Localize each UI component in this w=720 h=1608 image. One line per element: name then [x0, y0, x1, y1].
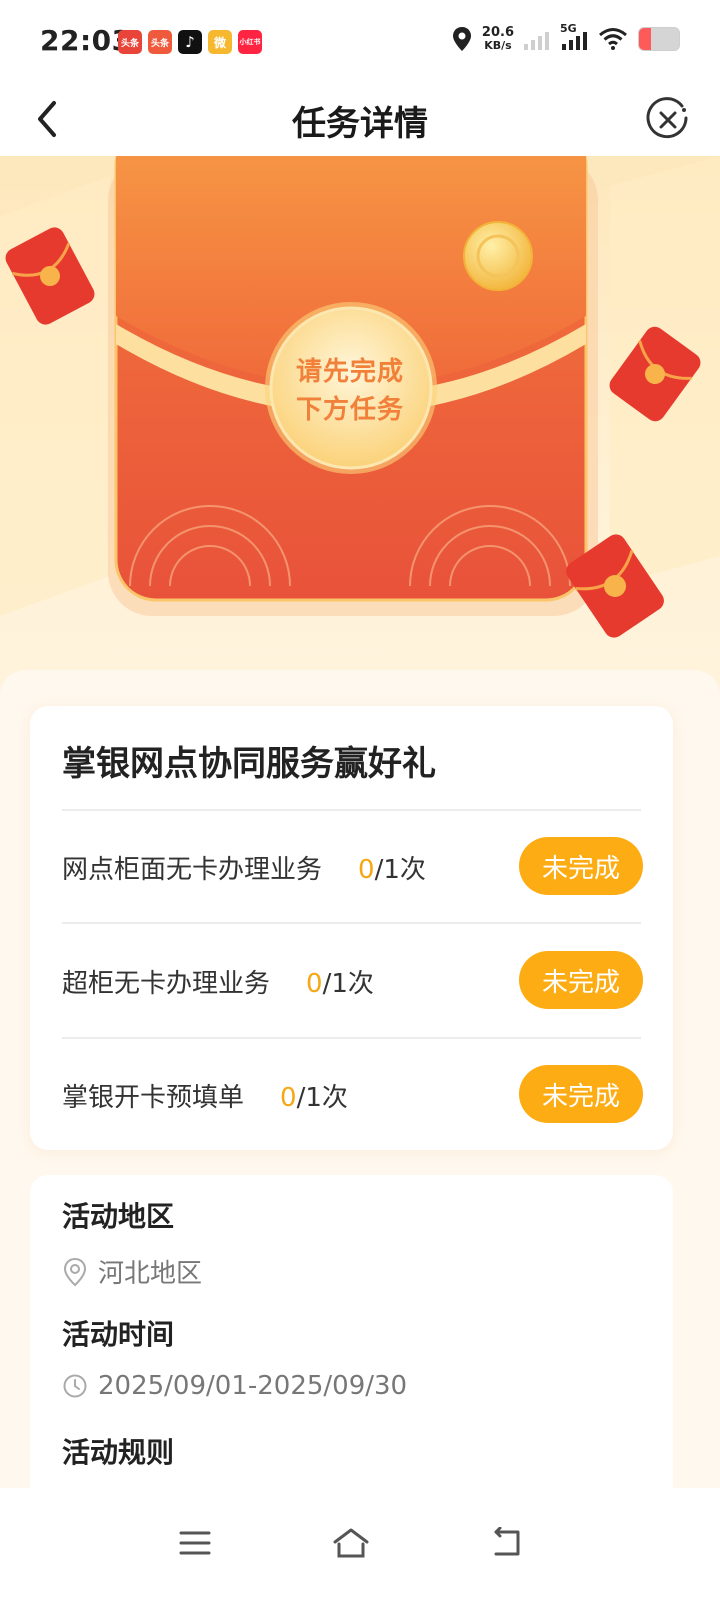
close-circle-icon	[646, 97, 688, 139]
task-status-button[interactable]: 未完成	[519, 951, 643, 1009]
task-card-title: 掌银网点协同服务赢好礼	[62, 744, 436, 784]
divider	[62, 809, 641, 811]
wifi-icon	[599, 28, 627, 50]
divider	[62, 1037, 641, 1039]
task-progress-done: 0	[306, 969, 323, 999]
task-progress: 0/1次	[306, 969, 374, 999]
battery-icon	[638, 27, 680, 51]
net-speed-unit: KB/s	[484, 39, 512, 52]
header: 任务详情	[0, 84, 720, 156]
task-name: 掌银开卡预填单 0/1次	[62, 1077, 348, 1114]
page-title: 任务详情	[292, 104, 428, 144]
task-card: 掌银网点协同服务赢好礼 网点柜面无卡办理业务 0/1次 未完成 超柜无卡办理业务 0…	[30, 706, 673, 1150]
task-name-text: 网点柜面无卡办理业务	[62, 855, 323, 885]
home-button[interactable]	[311, 1508, 391, 1578]
task-status-button[interactable]: 未完成	[519, 1065, 643, 1123]
seal-text-line2: 下方任务	[295, 395, 404, 425]
location-pin-icon	[63, 1257, 87, 1286]
home-icon	[333, 1528, 369, 1558]
task-name: 超柜无卡办理业务 0/1次	[62, 963, 374, 1000]
menu-button[interactable]	[155, 1508, 235, 1578]
task-name-text: 掌银开卡预填单	[62, 1083, 245, 1113]
task-progress-total: /1次	[322, 969, 374, 999]
task-progress: 0/1次	[358, 855, 426, 885]
status-bar: 22:03 头条 头条 ♪ 微 小红书 20.6 KB/s 5G	[0, 0, 720, 84]
location-icon	[452, 27, 471, 51]
task-progress-total: /1次	[374, 855, 426, 885]
task-row: 网点柜面无卡办理业务 0/1次 未完成	[62, 837, 643, 897]
status-indicators: 20.6 KB/s 5G	[452, 22, 680, 52]
menu-icon	[179, 1531, 211, 1555]
red-envelope-banner: 请先完成 下方任务	[0, 156, 720, 686]
task-row: 掌银开卡预填单 0/1次 未完成	[62, 1065, 643, 1125]
time-value: 2025/09/01-2025/09/30	[62, 1371, 407, 1401]
time-heading: 活动时间	[62, 1318, 175, 1351]
activity-info-card: 活动地区 河北地区 活动时间 2025/09/01-2025/09/30 活动规…	[30, 1175, 673, 1505]
signal-weak-icon	[524, 32, 549, 50]
toutiao-lite-icon: 头条	[148, 30, 172, 54]
clock-icon	[63, 1374, 87, 1398]
battery-level	[639, 28, 651, 50]
region-value-text: 河北地区	[98, 1259, 203, 1289]
back-nav-button[interactable]	[467, 1508, 547, 1578]
task-name: 网点柜面无卡办理业务 0/1次	[62, 849, 426, 886]
task-progress-done: 0	[280, 1083, 297, 1113]
net-speed-value: 20.6	[481, 25, 514, 40]
seal-text-line1: 请先完成	[295, 357, 404, 387]
divider	[62, 922, 641, 924]
system-nav-bar	[0, 1488, 720, 1608]
signal-5g-icon: 5G	[560, 22, 588, 52]
notification-icons: 头条 头条 ♪ 微 小红书	[118, 30, 262, 54]
task-name-text: 超柜无卡办理业务	[62, 969, 271, 999]
task-progress-total: /1次	[296, 1083, 348, 1113]
back-icon	[494, 1527, 520, 1556]
tiktok-icon: ♪	[178, 30, 202, 54]
region-value: 河北地区	[62, 1253, 202, 1290]
seal-text: 请先完成 下方任务	[265, 353, 435, 429]
xiaohongshu-icon: 小红书	[238, 30, 262, 54]
task-row: 超柜无卡办理业务 0/1次 未完成	[62, 951, 643, 1011]
net-speed: 20.6 KB/s	[482, 26, 514, 52]
weibo-icon: 微	[208, 30, 232, 54]
region-heading: 活动地区	[62, 1200, 175, 1233]
time-value-text: 2025/09/01-2025/09/30	[98, 1371, 408, 1401]
task-progress: 0/1次	[280, 1083, 348, 1113]
task-status-button[interactable]: 未完成	[519, 837, 643, 895]
task-progress-done: 0	[358, 855, 375, 885]
toutiao-icon: 头条	[118, 30, 142, 54]
rules-heading: 活动规则	[62, 1436, 175, 1469]
close-button[interactable]	[644, 96, 692, 144]
